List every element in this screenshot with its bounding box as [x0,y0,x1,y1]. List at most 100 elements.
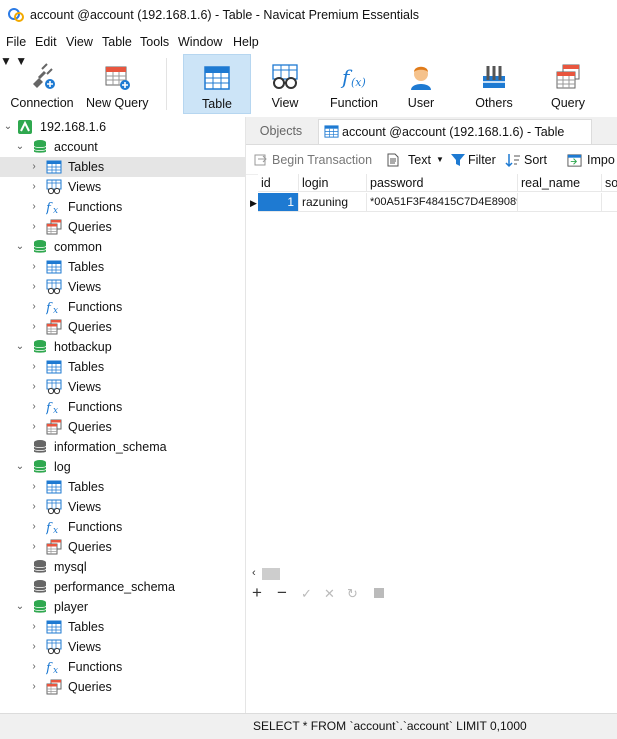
expand-arrow-icon[interactable]: › [28,357,40,377]
tree-hotbackup-functions[interactable]: › f x Functions [0,397,245,417]
tab-objects-label: Objects [259,124,303,138]
table-button[interactable]: Table [183,54,251,114]
collapse-arrow-icon[interactable]: ⌄ [14,137,26,157]
add-record-icon[interactable]: + [252,584,262,601]
menu-edit[interactable]: Edit [35,35,57,49]
tree-log-tables[interactable]: › Tables [0,477,245,497]
expand-arrow-icon[interactable]: › [28,637,40,657]
tree-database-hotbackup[interactable]: ⌄ hotbackup [0,337,245,357]
expand-arrow-icon[interactable]: › [28,157,40,177]
column-header-login[interactable]: login [299,174,367,192]
column-header-so[interactable]: so [602,174,617,192]
scroll-left-icon[interactable]: ‹ [252,567,256,579]
tree-log-functions[interactable]: › f x Functions [0,517,245,537]
server-label: 192.168.1.6 [40,120,107,134]
apply-changes-icon[interactable]: ✓ [301,585,312,602]
collapse-arrow-icon[interactable]: ⌄ [14,237,26,257]
query-button[interactable]: Query [542,54,594,114]
new-query-button[interactable]: New Query [86,54,149,114]
tree-database-player[interactable]: ⌄ player [0,597,245,617]
expand-arrow-icon[interactable]: › [28,257,40,277]
tree-player-queries[interactable]: › Queries [0,677,245,697]
tree-hotbackup-tables[interactable]: › Tables [0,357,245,377]
view-button[interactable]: View [258,54,312,114]
expand-arrow-icon[interactable]: › [28,177,40,197]
tree-player-tables[interactable]: › Tables [0,617,245,637]
function-button[interactable]: f (x) Function [324,54,384,114]
expand-arrow-icon[interactable]: › [28,657,40,677]
tree-database-performance-schema[interactable]: performance_schema [0,577,245,597]
connection-button[interactable]: Connection [4,54,80,114]
expand-arrow-icon[interactable]: › [28,297,40,317]
cell-real-name[interactable] [518,193,602,212]
tree-database-common[interactable]: ⌄ common [0,237,245,257]
tree-database-log[interactable]: ⌄ log [0,457,245,477]
expand-arrow-icon[interactable]: › [28,617,40,637]
cell-password[interactable]: *00A51F3F48415C7D4E89089 [367,193,518,212]
user-button[interactable]: User [398,54,444,114]
tree-common-queries[interactable]: › Queries [0,317,245,337]
tree-account-tables[interactable]: › Tables [0,157,245,177]
menu-tools[interactable]: Tools [140,35,169,49]
expand-arrow-icon[interactable]: › [28,197,40,217]
tree-database-mysql[interactable]: mysql [0,557,245,577]
expand-arrow-icon[interactable]: › [28,417,40,437]
tree-hotbackup-views[interactable]: › Views [0,377,245,397]
tree-account-functions[interactable]: › f x Functions [0,197,245,217]
expand-arrow-icon[interactable]: › [28,477,40,497]
view-icon [46,639,62,655]
view-label: View [271,96,299,110]
import-button[interactable]: Impo [567,146,617,174]
cell-id[interactable]: 1 [258,193,299,212]
tree-log-views[interactable]: › Views [0,497,245,517]
tree-log-queries[interactable]: › Queries [0,537,245,557]
tree-player-views[interactable]: › Views [0,637,245,657]
stop-icon[interactable] [374,588,384,598]
cell-so[interactable] [602,193,617,212]
tree-database-account[interactable]: ⌄ account [0,137,245,157]
expand-arrow-icon[interactable]: › [28,277,40,297]
menu-table[interactable]: Table [102,35,132,49]
tree-common-functions[interactable]: › f x Functions [0,297,245,317]
tree-server-node[interactable]: ⌄ 192.168.1.6 [0,117,245,137]
collapse-arrow-icon[interactable]: ⌄ [2,117,14,137]
horizontal-scrollbar-thumb[interactable] [262,568,280,580]
tree-common-tables[interactable]: › Tables [0,257,245,277]
expand-arrow-icon[interactable]: › [28,217,40,237]
refresh-icon[interactable]: ↻ [347,585,358,602]
database-label: performance_schema [54,580,175,594]
menu-view[interactable]: View [66,35,93,49]
others-button[interactable]: Others [467,54,521,114]
expand-arrow-icon[interactable]: › [28,537,40,557]
menu-file[interactable]: File [6,35,26,49]
discard-changes-icon[interactable]: ✕ [324,585,335,602]
navicat-logo-icon [8,8,24,22]
tree-account-queries[interactable]: › Queries [0,217,245,237]
tree-hotbackup-queries[interactable]: › Queries [0,417,245,437]
text-dropdown-icon[interactable]: ▼ [436,146,444,174]
tab-objects[interactable]: Objects [246,119,316,143]
menu-help[interactable]: Help [233,35,259,49]
menu-window[interactable]: Window [178,35,222,49]
cell-login[interactable]: razuning [299,193,367,212]
tree-common-views[interactable]: › Views [0,277,245,297]
expand-arrow-icon[interactable]: › [28,317,40,337]
column-header-real-name[interactable]: real_name [518,174,602,192]
tree-account-views[interactable]: › Views [0,177,245,197]
expand-arrow-icon[interactable]: › [28,517,40,537]
column-header-id[interactable]: id [258,174,299,192]
expand-arrow-icon[interactable]: › [28,497,40,517]
delete-record-icon[interactable]: − [277,584,287,601]
tree-item-label: Tables [68,620,105,634]
tab-account-table[interactable]: account @account (192.168.1.6) - Table [318,119,592,144]
expand-arrow-icon[interactable]: › [28,397,40,417]
expand-arrow-icon[interactable]: › [28,377,40,397]
column-header-password[interactable]: password [367,174,518,192]
tree-database-information-schema[interactable]: information_schema [0,437,245,457]
collapse-arrow-icon[interactable]: ⌄ [14,457,26,477]
collapse-arrow-icon[interactable]: ⌄ [14,337,26,357]
collapse-arrow-icon[interactable]: ⌄ [14,597,26,617]
toolbar-divider [166,58,167,110]
tree-player-functions[interactable]: › f x Functions [0,657,245,677]
expand-arrow-icon[interactable]: › [28,677,40,697]
